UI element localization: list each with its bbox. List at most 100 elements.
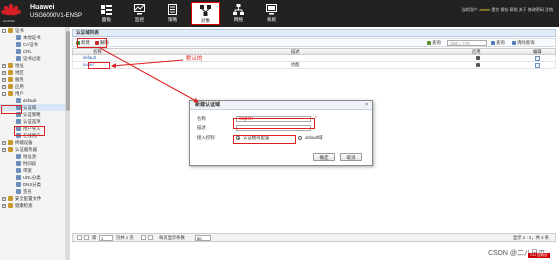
sidebar-item[interactable]: CA证书 xyxy=(0,41,69,48)
enabled-checkbox[interactable] xyxy=(476,56,480,60)
sidebar-item-label: 认证服务器 xyxy=(15,147,37,152)
table-header: 名称 描述 启用 编辑 xyxy=(72,48,556,55)
sidebar-scrollbar[interactable] xyxy=(65,27,70,260)
scrollbar-thumb[interactable] xyxy=(65,31,70,111)
nav-label: 网络 xyxy=(233,17,244,22)
table-row[interactable]: default xyxy=(72,55,556,62)
sidebar-item-label: 健康检查 xyxy=(15,203,33,208)
sidebar-item[interactable]: - 证书 xyxy=(0,27,69,34)
sidebar-item-label: CRL xyxy=(23,49,32,54)
folder-icon xyxy=(8,203,13,208)
collapse-icon[interactable]: - xyxy=(2,28,6,33)
highlight-user xyxy=(1,105,22,114)
sidebar-item[interactable]: + 终端设备 xyxy=(0,139,69,146)
dialog-title: 新建认证域 × xyxy=(190,101,372,110)
sidebar-item[interactable]: 认证选项 xyxy=(0,118,69,125)
search-input[interactable]: 请输入名称 xyxy=(447,40,487,46)
collapse-icon[interactable]: - xyxy=(2,91,6,96)
next-page-button[interactable] xyxy=(141,235,146,240)
huawei-logo xyxy=(0,4,22,18)
expand-icon[interactable]: + xyxy=(2,84,6,89)
per-page-select[interactable] xyxy=(195,235,211,241)
sidebar-item[interactable]: + 服务 xyxy=(0,76,69,83)
table-row[interactable]: ouper 抗能 xyxy=(72,62,556,69)
sidebar-item-label: 用户 xyxy=(15,91,24,96)
clear-query-button[interactable]: 清除查询 xyxy=(512,40,535,46)
dashboard-icon xyxy=(101,4,112,15)
panel-title: 认证域列表 xyxy=(72,29,556,37)
folder-icon xyxy=(8,63,13,68)
link-change-password[interactable]: 修改密码 xyxy=(528,7,544,12)
sidebar-item[interactable]: + 地址 xyxy=(0,62,69,69)
sidebar-item[interactable]: + 健康检查 xyxy=(0,202,69,209)
sidebar-item[interactable]: + 应用 xyxy=(0,83,69,90)
sidebar-item[interactable]: DNS分类 xyxy=(0,181,69,188)
filter-icon xyxy=(427,41,431,45)
search-button[interactable]: 查询 xyxy=(491,40,505,46)
enabled-checkbox[interactable] xyxy=(476,63,480,67)
toolbar: 新建 删除 查询 请输入名称 查询 清除查询 xyxy=(72,38,556,47)
nav-policy[interactable]: 策略 xyxy=(158,2,187,25)
sidebar-item-label: 本地证书 xyxy=(23,35,41,40)
expand-icon[interactable]: + xyxy=(2,63,6,68)
expand-icon[interactable]: + xyxy=(2,77,6,82)
sidebar-item[interactable]: - 用户 xyxy=(0,90,69,97)
nav-network[interactable]: 网络 xyxy=(224,2,253,25)
highlight-option xyxy=(233,135,296,144)
edit-icon[interactable] xyxy=(535,62,540,68)
page-total: 页共 1 页 xyxy=(116,235,134,240)
sidebar-item-label: 地址池 xyxy=(23,154,37,159)
expand-icon[interactable]: + xyxy=(2,70,6,75)
radio-default-domain[interactable] xyxy=(298,136,302,140)
folder-icon xyxy=(8,28,13,33)
top-bar: HUAWEI Huawei USG6000V1-ENSP 面板 监控 策略 对象… xyxy=(0,0,559,27)
brand-name: Huawei xyxy=(30,4,55,11)
sidebar-item[interactable]: + 地区 xyxy=(0,69,69,76)
user-links: 当前用户: admin 提交 保存 帮助 关于 修改密码 注销 xyxy=(461,7,553,13)
nav-dashboard[interactable]: 面板 xyxy=(92,2,121,25)
sidebar-item[interactable]: CRL xyxy=(0,48,69,55)
cli-console-button[interactable]: CLI 控制台 xyxy=(528,253,550,258)
current-user[interactable]: admin xyxy=(479,7,490,12)
sidebar-item[interactable]: 时间段 xyxy=(0,160,69,167)
edit-icon[interactable] xyxy=(535,55,540,61)
sidebar-item[interactable]: URL分类 xyxy=(0,174,69,181)
expand-icon[interactable]: + xyxy=(2,203,6,208)
sidebar-item-label: 服务 xyxy=(15,77,24,82)
sidebar-item[interactable]: 签名 xyxy=(0,188,69,195)
cancel-button[interactable]: 取消 xyxy=(340,153,362,161)
sidebar-item[interactable]: 本地证书 xyxy=(0,34,69,41)
link-logout[interactable]: 注销 xyxy=(545,7,553,12)
nav-system[interactable]: 系统 xyxy=(257,2,286,25)
link-commit[interactable]: 提交 xyxy=(491,7,499,12)
expand-icon[interactable]: + xyxy=(2,196,6,201)
sidebar-item[interactable]: 地址池 xyxy=(0,153,69,160)
item-icon xyxy=(16,49,21,54)
prev-page-button[interactable] xyxy=(84,235,89,240)
sidebar-item[interactable]: 带宽 xyxy=(0,167,69,174)
sidebar-item-label: 应用 xyxy=(15,84,24,89)
first-page-button[interactable] xyxy=(77,235,82,240)
user-prefix: 当前用户: xyxy=(461,7,479,12)
ok-button[interactable]: 确定 xyxy=(313,153,335,161)
page-input[interactable] xyxy=(99,235,113,241)
link-help[interactable]: 帮助 xyxy=(510,7,518,12)
item-icon xyxy=(16,168,21,173)
expand-icon[interactable]: + xyxy=(2,140,6,145)
sidebar-item-label: CA证书 xyxy=(23,42,38,47)
nav-object[interactable]: 对象 xyxy=(191,2,220,25)
sidebar-item[interactable]: + 安全配置文件 xyxy=(0,195,69,202)
expand-icon[interactable]: + xyxy=(2,147,6,152)
main-nav: 面板 监控 策略 对象 网络 系统 xyxy=(92,2,290,25)
close-icon[interactable]: × xyxy=(365,101,368,110)
link-about[interactable]: 关于 xyxy=(519,7,527,12)
link-save[interactable]: 保存 xyxy=(501,7,509,12)
nav-monitor[interactable]: 监控 xyxy=(125,2,154,25)
sidebar-item[interactable]: 证书过滤 xyxy=(0,55,69,62)
sidebar-item[interactable]: default xyxy=(0,97,69,104)
last-page-button[interactable] xyxy=(148,235,153,240)
sidebar-item[interactable]: + 认证服务器 xyxy=(0,146,69,153)
row-name[interactable]: default xyxy=(83,55,96,61)
item-icon xyxy=(16,119,21,124)
nav-label: 策略 xyxy=(167,17,178,22)
